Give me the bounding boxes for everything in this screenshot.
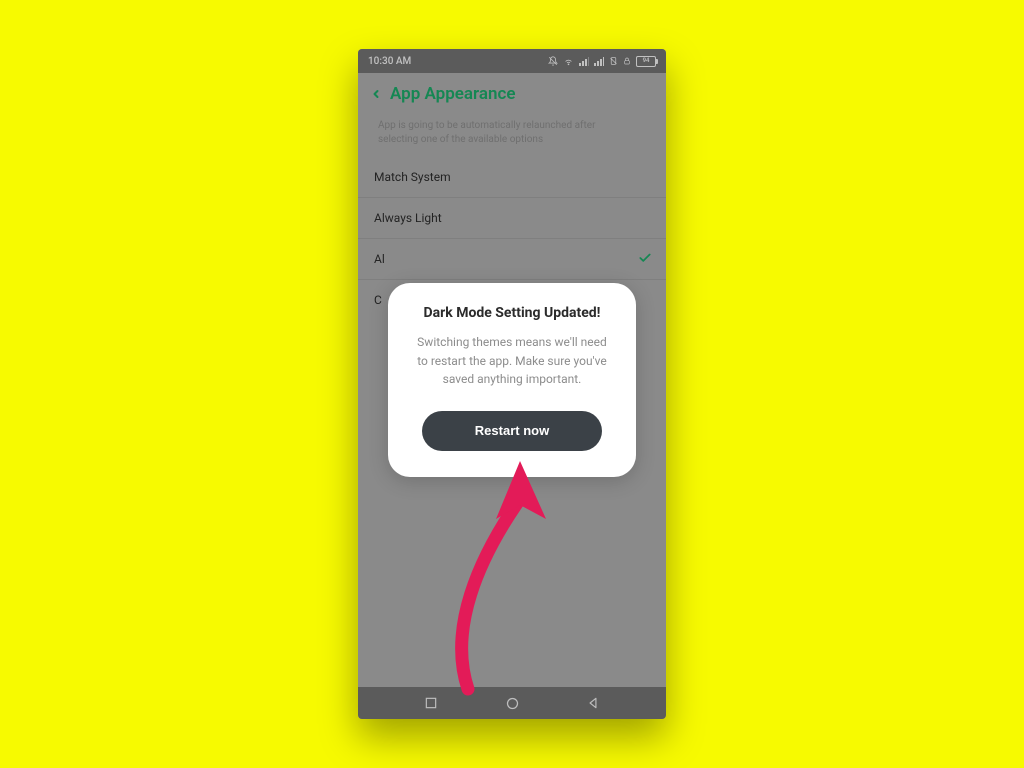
phone-frame: 10:30 AM — [358, 49, 666, 719]
modal-body: Switching themes means we'll need to res… — [408, 333, 616, 389]
restart-now-button[interactable]: Restart now — [422, 411, 602, 451]
modal-title: Dark Mode Setting Updated! — [408, 305, 616, 321]
restart-modal: Dark Mode Setting Updated! Switching the… — [388, 283, 636, 477]
